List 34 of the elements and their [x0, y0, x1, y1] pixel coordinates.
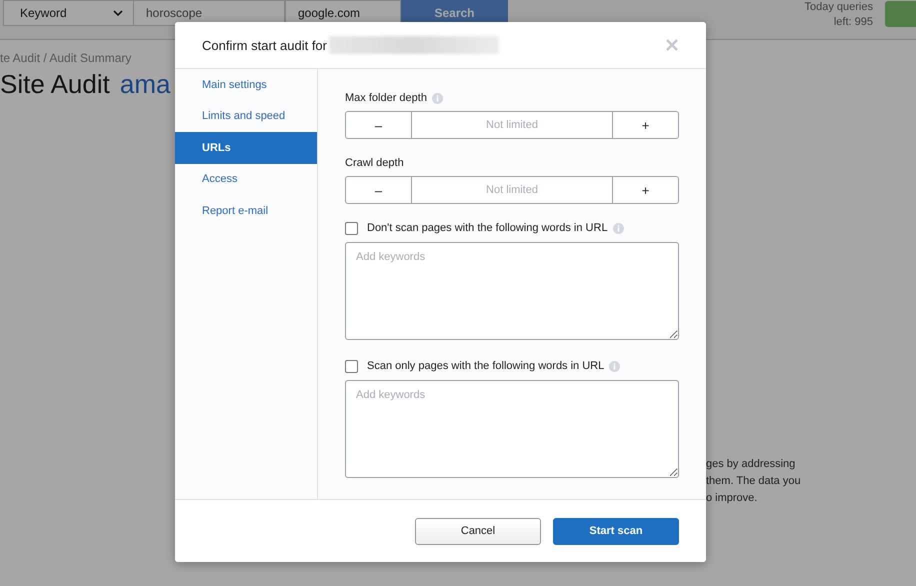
- decrement-button[interactable]: –: [346, 112, 412, 138]
- field-label: Max folder depth: [345, 92, 427, 104]
- description-text: o improve.: [706, 491, 758, 506]
- field-label: Crawl depth: [345, 157, 404, 169]
- description-text: them. The data you: [706, 474, 801, 489]
- checkbox-label: Don't scan pages with the following words in URL: [367, 222, 608, 234]
- chevron-down-icon: [113, 10, 123, 16]
- domain-title: ama: [120, 69, 170, 100]
- depth-stepper[interactable]: – Not limited +: [345, 111, 679, 139]
- increment-button[interactable]: +: [612, 112, 678, 138]
- keywords-field[interactable]: Add keywords: [345, 380, 679, 478]
- checkbox[interactable]: [345, 222, 358, 234]
- queries-left-text: Today queries: [804, 0, 873, 15]
- dialog-title: Confirm start audit for: [202, 38, 327, 52]
- page-title: Site Audit: [0, 69, 110, 100]
- keywords-field[interactable]: Add keywords: [345, 242, 679, 340]
- checkbox[interactable]: [345, 360, 358, 372]
- cancel-button[interactable]: Cancel: [415, 518, 541, 544]
- checkbox-label: Scan only pages with the following words in URL: [367, 360, 604, 372]
- decrement-button[interactable]: –: [346, 177, 412, 203]
- breadcrumb: te Audit / Audit Summary: [0, 51, 132, 65]
- queries-left-text: left: 995: [834, 15, 873, 30]
- info-icon: [609, 360, 620, 372]
- nav-item[interactable]: Access: [175, 164, 317, 195]
- type-dropdown[interactable]: Keyword: [3, 0, 134, 26]
- nav-item[interactable]: Main settings: [175, 69, 317, 100]
- nav-item[interactable]: URLs: [175, 132, 317, 164]
- nav-item[interactable]: Limits and speed: [175, 100, 317, 132]
- depth-stepper[interactable]: – Not limited +: [345, 176, 679, 204]
- description-text: ges by addressing: [706, 457, 796, 472]
- start-scan-button[interactable]: Start scan: [553, 518, 679, 544]
- increment-button[interactable]: +: [612, 177, 678, 203]
- nav-item[interactable]: Report e-mail: [175, 195, 317, 226]
- info-icon: [612, 222, 624, 234]
